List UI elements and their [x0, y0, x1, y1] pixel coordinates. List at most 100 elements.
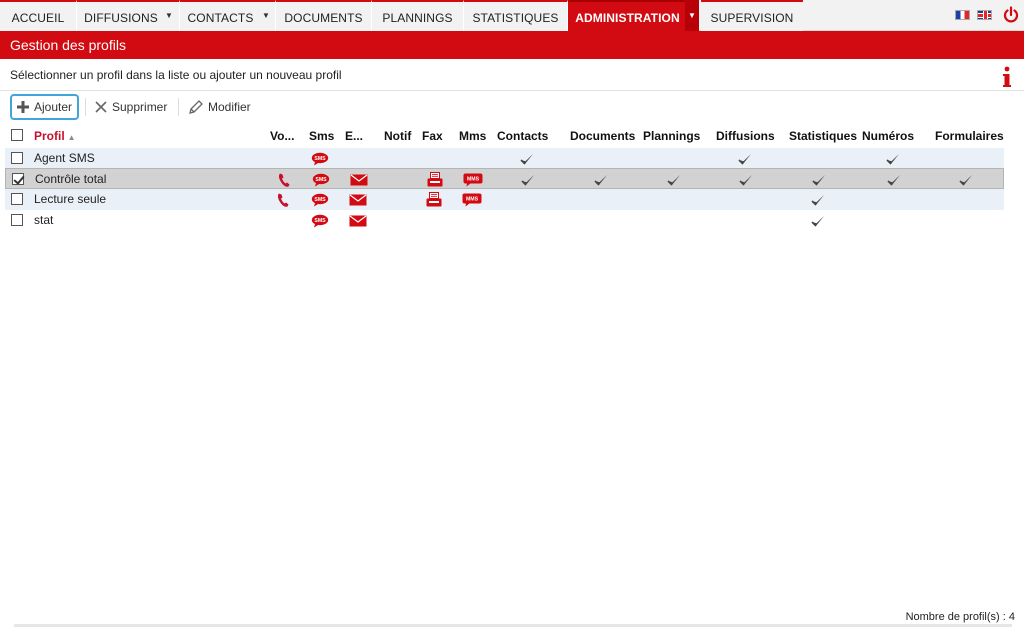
sms-icon-text: SMS: [314, 156, 326, 162]
cell-contacts: [516, 148, 538, 169]
mail-icon: [349, 215, 367, 226]
column-header-mms[interactable]: Mms: [459, 129, 486, 143]
tab-documents[interactable]: DOCUMENTS: [276, 0, 372, 31]
delete-button[interactable]: Supprimer: [94, 94, 167, 120]
column-header-numeros[interactable]: Numéros: [862, 129, 914, 143]
divider: [0, 90, 1024, 91]
cell-statistiques: [808, 169, 830, 190]
top-navigation: ACCUEIL DIFFUSIONS ▼ CONTACTS ▼ DOCUMENT…: [0, 0, 1024, 31]
checkmark-icon: [886, 153, 899, 165]
column-header-contacts[interactable]: Contacts: [497, 129, 548, 143]
cell-mms: MMS: [462, 169, 484, 190]
sms-icon-text: SMS: [315, 177, 327, 183]
column-header-profil[interactable]: Profil ▲: [34, 129, 76, 143]
table-row[interactable]: stat SMS: [5, 210, 1004, 231]
tab-plannings[interactable]: PLANNINGS: [372, 0, 464, 31]
cell-sms: SMS: [309, 210, 331, 231]
phone-icon: [278, 173, 290, 187]
cell-sms: SMS: [309, 189, 331, 210]
column-header-sms[interactable]: Sms: [309, 129, 334, 143]
fax-icon: [427, 171, 443, 186]
sort-ascending-icon: ▲: [67, 133, 76, 142]
tab-label: SUPERVISION: [710, 10, 794, 25]
column-header-fax[interactable]: Fax: [422, 129, 443, 143]
cell-statistiques: [807, 189, 829, 210]
profile-name: Lecture seule: [34, 192, 107, 206]
administration-dropdown-icon[interactable]: ▼: [685, 0, 699, 31]
page-subtitle: Sélectionner un profil dans la liste ou …: [10, 68, 342, 82]
page-title-bar: Gestion des profils: [0, 31, 1024, 59]
tab-label: DOCUMENTS: [284, 10, 363, 25]
row-checkbox[interactable]: [11, 152, 23, 164]
cell-documents: [590, 169, 612, 190]
checkmark-icon: [521, 174, 534, 186]
checkmark-icon: [812, 174, 825, 186]
cell-voix: [273, 169, 295, 190]
column-header-diffusions[interactable]: Diffusions: [716, 129, 775, 143]
cell-diffusions: [734, 148, 756, 169]
cell-diffusions: [735, 169, 757, 190]
sms-icon-text: SMS: [314, 197, 326, 203]
checkmark-icon: [594, 174, 607, 186]
info-icon[interactable]: [1001, 66, 1013, 88]
cell-plannings: [663, 169, 685, 190]
english-flag-icon[interactable]: [977, 10, 992, 20]
tab-label: PLANNINGS: [382, 10, 453, 25]
edit-button[interactable]: Modifier: [188, 94, 251, 120]
mms-icon: MMS: [462, 193, 482, 206]
mms-icon-text: MMS: [466, 196, 479, 202]
cell-mms: MMS: [461, 189, 483, 210]
column-header-statistiques[interactable]: Statistiques: [789, 129, 857, 143]
delete-button-label: Supprimer: [112, 100, 168, 114]
table-header: Profil ▲ Vo... Sms E... Notif Fax Mms Con…: [0, 126, 1004, 146]
cell-email: [348, 169, 370, 190]
checkmark-icon: [811, 194, 824, 206]
cell-numeros: [883, 169, 905, 190]
column-header-voix[interactable]: Vo...: [270, 129, 294, 143]
cell-fax: [423, 189, 445, 210]
sms-icon: SMS: [311, 152, 329, 165]
cell-voix: [272, 189, 294, 210]
column-header-plannings[interactable]: Plannings: [643, 129, 700, 143]
french-flag-icon[interactable]: [955, 10, 970, 20]
cell-statistiques: [807, 210, 829, 231]
row-checkbox[interactable]: [11, 193, 23, 205]
column-header-documents[interactable]: Documents: [570, 129, 635, 143]
column-header-label: Profil: [34, 129, 65, 143]
cell-contacts: [517, 169, 539, 190]
profile-name: stat: [34, 213, 54, 227]
column-header-notif[interactable]: Notif: [384, 129, 411, 143]
power-icon[interactable]: [1001, 5, 1021, 25]
column-header-formulaires[interactable]: Formulaires: [935, 129, 1004, 143]
sms-icon-text: SMS: [314, 218, 326, 224]
table-row[interactable]: Agent SMS SMS: [5, 148, 1004, 169]
tab-administration[interactable]: ADMINISTRATION: [568, 0, 687, 31]
column-header-email[interactable]: E...: [345, 129, 363, 143]
tab-statistiques[interactable]: STATISTIQUES: [464, 0, 568, 31]
row-checkbox[interactable]: [12, 173, 24, 185]
cell-sms: SMS: [309, 148, 331, 169]
checkmark-icon: [739, 174, 752, 186]
pencil-icon: [189, 100, 203, 114]
profile-name: Contrôle total: [35, 172, 107, 186]
plus-icon: [17, 101, 29, 113]
tab-supervision[interactable]: SUPERVISION: [701, 0, 803, 31]
row-checkbox[interactable]: [11, 214, 23, 226]
tab-accueil[interactable]: ACCUEIL: [0, 0, 77, 31]
fax-icon: [426, 191, 442, 206]
diffusions-dropdown-icon[interactable]: ▼: [162, 0, 176, 31]
contacts-dropdown-icon[interactable]: ▼: [259, 0, 273, 31]
table-row[interactable]: Contrôle total SMS MMS: [5, 168, 1004, 189]
add-button[interactable]: Ajouter: [10, 94, 79, 120]
mail-icon: [350, 174, 368, 185]
cell-email: [347, 189, 369, 210]
add-button-label: Ajouter: [34, 100, 73, 114]
checkmark-icon: [667, 174, 680, 186]
table-row[interactable]: Lecture seule SMS MMS: [5, 189, 1004, 210]
cell-formulaires: [955, 169, 977, 190]
horizontal-scrollbar[interactable]: [14, 624, 1012, 627]
profile-count: Nombre de profil(s) : 4: [905, 611, 1015, 623]
checkmark-icon: [811, 215, 824, 227]
phone-icon: [277, 193, 289, 207]
checkmark-icon: [959, 174, 972, 186]
